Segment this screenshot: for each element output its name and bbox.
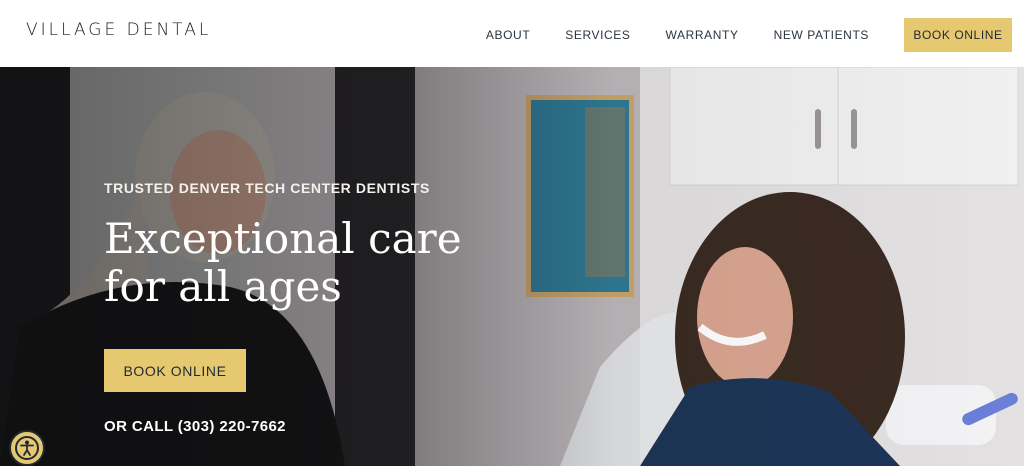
main-nav: ABOUT SERVICES WARRANTY NEW PATIENTS BOO… [486, 18, 1012, 52]
hero-book-online-button[interactable]: BOOK ONLINE [104, 349, 246, 392]
nav-item-about[interactable]: ABOUT [486, 28, 530, 42]
logo[interactable]: VILLAGE DENTAL [26, 20, 211, 40]
hero-section: TRUSTED DENVER TECH CENTER DENTISTS Exce… [0, 67, 1024, 466]
accessibility-button[interactable] [9, 430, 45, 466]
nav-item-new-patients[interactable]: NEW PATIENTS [774, 28, 869, 42]
accessibility-icon [15, 436, 39, 460]
hero-headline: Exceptional care for all ages [104, 215, 524, 311]
hero-headline-line2: for all ages [104, 262, 342, 311]
site-header: VILLAGE DENTAL ABOUT SERVICES WARRANTY N… [0, 0, 1024, 67]
nav-item-warranty[interactable]: WARRANTY [666, 28, 739, 42]
hero-headline-line1: Exceptional care [104, 214, 462, 263]
header-book-online-button[interactable]: BOOK ONLINE [904, 18, 1012, 52]
call-phone-link[interactable]: OR CALL (303) 220-7662 [104, 418, 286, 435]
nav-item-services[interactable]: SERVICES [565, 28, 630, 42]
hero-eyebrow: TRUSTED DENVER TECH CENTER DENTISTS [104, 180, 430, 196]
